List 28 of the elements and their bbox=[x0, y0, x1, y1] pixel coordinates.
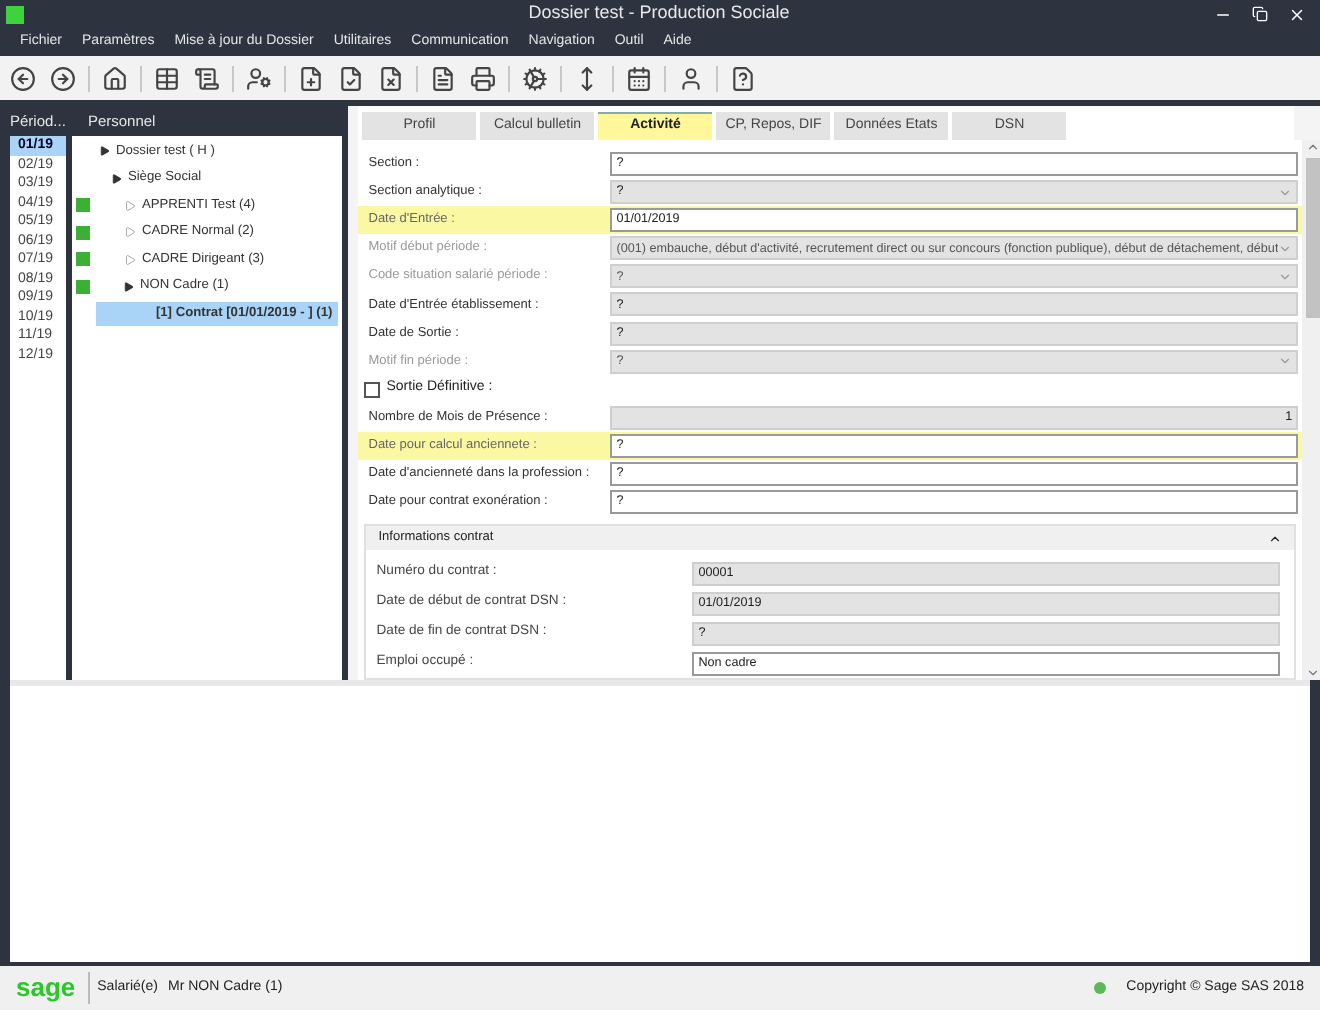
file-cancel-icon[interactable] bbox=[378, 65, 404, 91]
home-icon[interactable] bbox=[102, 65, 128, 91]
expanded-triangle-icon[interactable] bbox=[111, 173, 122, 184]
scroll-icon[interactable] bbox=[194, 65, 220, 91]
document-icon[interactable] bbox=[430, 65, 456, 91]
expanded-triangle-icon[interactable] bbox=[99, 146, 110, 157]
scroll-up-icon[interactable] bbox=[1305, 140, 1320, 154]
scrollbar[interactable] bbox=[1302, 140, 1320, 680]
calendar-icon[interactable] bbox=[626, 65, 652, 91]
forward-icon[interactable] bbox=[50, 65, 76, 91]
close-icon[interactable] bbox=[1288, 5, 1306, 23]
user-icon[interactable] bbox=[678, 65, 704, 91]
app-logo-icon bbox=[6, 5, 24, 23]
window-title: Dossier test - Production Sociale bbox=[528, 0, 790, 27]
help-icon[interactable] bbox=[730, 65, 756, 91]
settings-icon[interactable] bbox=[522, 65, 548, 91]
back-icon[interactable] bbox=[10, 65, 36, 91]
user-settings-icon[interactable] bbox=[246, 65, 272, 91]
scroll-down-icon[interactable] bbox=[1305, 666, 1320, 680]
print-icon[interactable] bbox=[470, 65, 496, 91]
checkbox[interactable] bbox=[364, 381, 381, 398]
table-icon[interactable] bbox=[154, 65, 180, 91]
chevron-up-icon[interactable] bbox=[1268, 531, 1283, 546]
expanded-triangle-icon[interactable] bbox=[123, 281, 134, 292]
restore-icon[interactable] bbox=[1252, 5, 1268, 21]
file-check-icon[interactable] bbox=[338, 65, 364, 91]
sage-logo: sage bbox=[16, 972, 90, 1004]
file-add-icon[interactable] bbox=[298, 65, 324, 91]
